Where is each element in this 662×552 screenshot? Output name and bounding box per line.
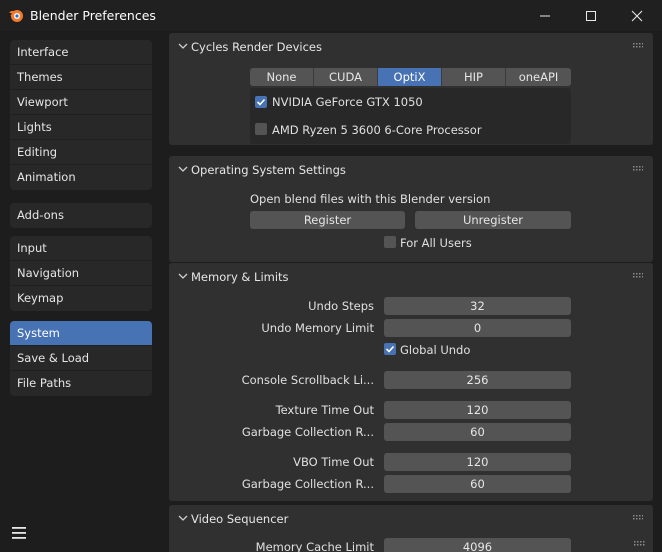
- sidebar-item-add-ons[interactable]: Add-ons: [10, 203, 152, 228]
- undo-memory-limit-field[interactable]: 0: [384, 319, 571, 337]
- blender-logo-icon: [9, 10, 23, 22]
- sidebar-item-navigation[interactable]: Navigation: [10, 261, 152, 286]
- panel-operating-system-settings: Operating System Settings Open blend fil…: [169, 156, 653, 262]
- device-list: NVIDIA GeForce GTX 1050 AMD Ryzen 5 3600…: [250, 88, 571, 144]
- memory-cache-limit-label: Memory Cache Limit: [255, 540, 374, 552]
- console-scrollback-field[interactable]: 256: [384, 371, 571, 389]
- device-checkbox-amd[interactable]: [255, 123, 267, 135]
- vbo-garbage-collection-rate-field[interactable]: 60: [384, 475, 571, 493]
- panel-video-sequencer: Video Sequencer Memory Cache Limit 4096: [169, 505, 653, 552]
- texture-time-out-field[interactable]: 120: [384, 401, 571, 419]
- panel-memory-limits: Memory & Limits Undo Steps 32 Undo Memor…: [169, 263, 653, 501]
- panel-header-memory[interactable]: Memory & Limits: [169, 263, 653, 290]
- sidebar-item-themes[interactable]: Themes: [10, 65, 152, 90]
- sidebar-item-editing[interactable]: Editing: [10, 140, 152, 165]
- sidebar-item-system[interactable]: System: [10, 321, 152, 346]
- tab-hip[interactable]: HIP: [442, 68, 506, 86]
- panel-header-cycles[interactable]: Cycles Render Devices: [169, 33, 653, 60]
- sidebar-group-display: Interface Themes Viewport Lights Editing…: [10, 40, 152, 190]
- panel-header-os[interactable]: Operating System Settings: [169, 156, 653, 183]
- panel-title: Video Sequencer: [191, 512, 289, 526]
- window-title: Blender Preferences: [30, 8, 156, 23]
- sidebar-item-input[interactable]: Input: [10, 236, 152, 261]
- unregister-button[interactable]: Unregister: [415, 211, 571, 229]
- checkmark-icon: [256, 98, 266, 106]
- memory-cache-limit-field[interactable]: 4096: [384, 538, 571, 552]
- sidebar-item-viewport[interactable]: Viewport: [10, 90, 152, 115]
- drag-grip-icon[interactable]: [633, 43, 643, 49]
- chevron-down-icon: [178, 273, 188, 279]
- panel-title: Memory & Limits: [191, 270, 289, 284]
- drag-grip-icon[interactable]: [633, 166, 643, 172]
- chevron-down-icon: [178, 515, 188, 521]
- device-label-nvidia: NVIDIA GeForce GTX 1050: [272, 95, 423, 109]
- tab-none[interactable]: None: [250, 68, 314, 86]
- vbo-garbage-collection-rate-label: Garbage Collection R...: [241, 477, 374, 491]
- undo-steps-field[interactable]: 32: [384, 297, 571, 315]
- chevron-down-icon: [178, 43, 188, 49]
- register-button[interactable]: Register: [250, 211, 405, 229]
- sidebar-item-interface[interactable]: Interface: [10, 40, 152, 65]
- close-button[interactable]: [614, 0, 660, 31]
- garbage-collection-rate-label: Garbage Collection R...: [241, 425, 374, 439]
- panel-header-sequencer[interactable]: Video Sequencer: [169, 505, 653, 532]
- preferences-main: Cycles Render Devices None CUDA OptiX HI…: [162, 31, 662, 552]
- for-all-users-checkbox[interactable]: [384, 236, 396, 248]
- tab-optix[interactable]: OptiX: [378, 68, 442, 86]
- minimize-icon: [540, 15, 550, 16]
- panel-cycles-render-devices: Cycles Render Devices None CUDA OptiX HI…: [169, 33, 653, 145]
- tab-cuda[interactable]: CUDA: [314, 68, 378, 86]
- resize-grip-icon[interactable]: [634, 541, 646, 549]
- for-all-users-label: For All Users: [400, 236, 472, 250]
- sidebar-item-animation[interactable]: Animation: [10, 165, 152, 190]
- undo-memory-limit-label: Undo Memory Limit: [261, 321, 374, 335]
- global-undo-label: Global Undo: [400, 343, 471, 357]
- sidebar-item-file-paths[interactable]: File Paths: [10, 371, 152, 396]
- drag-grip-icon[interactable]: [633, 515, 643, 521]
- panel-title: Cycles Render Devices: [191, 40, 322, 54]
- panel-title: Operating System Settings: [191, 163, 346, 177]
- console-scrollback-label: Console Scrollback Li...: [241, 373, 374, 387]
- sidebar-group-input: Input Navigation Keymap: [10, 236, 152, 311]
- minimize-button[interactable]: [522, 0, 568, 31]
- title-bar: Blender Preferences: [0, 0, 662, 31]
- sidebar-group-system: System Save & Load File Paths: [10, 321, 152, 396]
- tab-oneapi[interactable]: oneAPI: [506, 68, 571, 86]
- vbo-time-out-field[interactable]: 120: [384, 453, 571, 471]
- undo-steps-label: Undo Steps: [308, 299, 374, 313]
- maximize-icon: [586, 10, 596, 21]
- device-label-amd: AMD Ryzen 5 3600 6-Core Processor: [272, 123, 482, 137]
- garbage-collection-rate-field[interactable]: 60: [384, 423, 571, 441]
- maximize-button[interactable]: [568, 0, 614, 31]
- open-blend-files-text: Open blend files with this Blender versi…: [250, 192, 491, 206]
- sidebar-item-lights[interactable]: Lights: [10, 115, 152, 140]
- checkmark-icon: [385, 345, 395, 353]
- sidebar-item-save-load[interactable]: Save & Load: [10, 346, 152, 371]
- hamburger-menu-icon[interactable]: [10, 525, 28, 541]
- texture-time-out-label: Texture Time Out: [275, 403, 374, 417]
- device-checkbox-nvidia[interactable]: [255, 96, 267, 108]
- chevron-down-icon: [178, 166, 188, 172]
- close-icon: [631, 10, 643, 21]
- vbo-time-out-label: VBO Time Out: [293, 455, 374, 469]
- drag-grip-icon[interactable]: [633, 273, 643, 279]
- sidebar-item-keymap[interactable]: Keymap: [10, 286, 152, 311]
- preferences-sidebar: Interface Themes Viewport Lights Editing…: [0, 31, 162, 552]
- global-undo-checkbox[interactable]: [384, 343, 396, 355]
- sidebar-group-addons: Add-ons: [10, 203, 152, 228]
